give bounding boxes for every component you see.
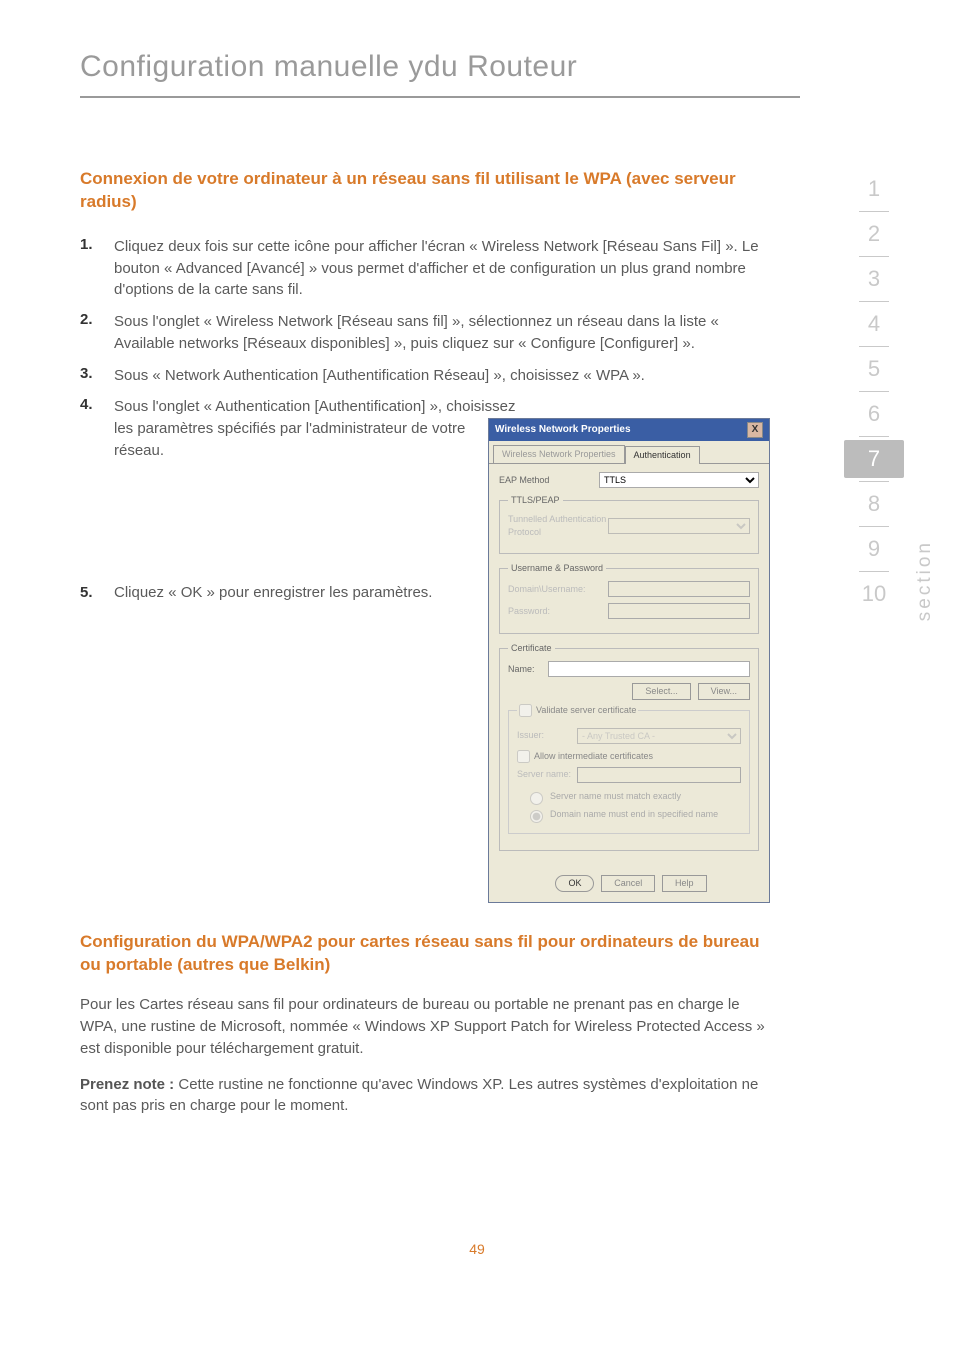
step-2-text: Sous l'onglet « Wireless Network [Réseau… <box>114 311 770 355</box>
step-4: 4. Sous l'onglet « Authentication [Authe… <box>80 396 770 902</box>
issuer-label: Issuer: <box>517 729 577 742</box>
note-text: Cette rustine ne fonctionne qu'avec Wind… <box>80 1076 758 1115</box>
username-password-legend: Username & Password <box>508 562 606 575</box>
section-num-1[interactable]: 1 <box>844 170 904 208</box>
validate-cert-label: Validate server certificate <box>536 704 636 717</box>
step-4-num: 4. <box>80 396 114 902</box>
step-5-text: Cliquez « OK » pour enregistrer les para… <box>114 582 432 604</box>
chapter-title: Configuration manuelle ydu Routeur <box>80 50 874 84</box>
select-button[interactable]: Select... <box>632 683 691 700</box>
tunnelled-label: Tunnelled Authentication Protocol <box>508 513 608 539</box>
domain-end-radio[interactable] <box>530 810 543 823</box>
step-1: 1. Cliquez deux fois sur cette icône pou… <box>80 236 770 301</box>
view-button[interactable]: View... <box>698 683 750 700</box>
allow-intermediate-checkbox[interactable] <box>517 750 530 763</box>
issuer-select[interactable]: - Any Trusted CA - <box>577 728 741 744</box>
note-label: Prenez note : <box>80 1076 174 1093</box>
title-rule <box>80 96 800 98</box>
step-5-num: 5. <box>80 582 114 604</box>
step-3: 3. Sous « Network Authentication [Authen… <box>80 365 770 387</box>
close-icon[interactable]: X <box>747 422 763 438</box>
section-num-2[interactable]: 2 <box>844 215 904 253</box>
dialog-title: Wireless Network Properties <box>495 423 631 438</box>
domain-end-label: Domain name must end in specified name <box>550 808 718 821</box>
step-4-text-b: les paramètres spécifiés par l'administr… <box>114 418 476 462</box>
step-3-text: Sous « Network Authentication [Authentif… <box>114 365 645 387</box>
username-password-group: Username & Password Domain\Username: Pas… <box>499 562 759 634</box>
tunnelled-select[interactable] <box>608 518 750 534</box>
section-num-10[interactable]: 10 <box>844 575 904 613</box>
section-num-4[interactable]: 4 <box>844 305 904 343</box>
server-match-label: Server name must match exactly <box>550 790 681 803</box>
validate-cert-checkbox[interactable] <box>519 704 532 717</box>
cert-name-label: Name: <box>508 663 548 676</box>
certificate-legend: Certificate <box>508 642 555 655</box>
step-2: 2. Sous l'onglet « Wireless Network [Rés… <box>80 311 770 355</box>
paragraph-note: Prenez note : Cette rustine ne fonctionn… <box>80 1074 770 1118</box>
ttls-peap-legend: TTLS/PEAP <box>508 494 563 507</box>
step-4-text-a: Sous l'onglet « Authentication [Authenti… <box>114 396 770 418</box>
step-3-num: 3. <box>80 365 114 387</box>
step-2-num: 2. <box>80 311 114 355</box>
page-number: 49 <box>0 1241 954 1257</box>
server-name-input[interactable] <box>577 767 741 783</box>
ok-button[interactable]: OK <box>555 875 594 892</box>
wireless-properties-dialog: Wireless Network Properties X Wireless N… <box>488 418 770 902</box>
allow-intermediate-label: Allow intermediate certificates <box>534 750 653 763</box>
step-1-text: Cliquez deux fois sur cette icône pour a… <box>114 236 770 301</box>
section-num-5[interactable]: 5 <box>844 350 904 388</box>
password-input[interactable] <box>608 603 750 619</box>
section-num-9[interactable]: 9 <box>844 530 904 568</box>
section-label: section <box>914 540 936 621</box>
paragraph-patch-info: Pour les Cartes réseau sans fil pour ord… <box>80 994 770 1059</box>
tab-wireless-props[interactable]: Wireless Network Properties <box>493 445 625 463</box>
section-num-6[interactable]: 6 <box>844 395 904 433</box>
certificate-group: Certificate Name: Select... View... <box>499 642 759 850</box>
cancel-button[interactable]: Cancel <box>601 875 655 892</box>
domain-user-input[interactable] <box>608 581 750 597</box>
eap-method-label: EAP Method <box>499 474 599 487</box>
server-name-label: Server name: <box>517 768 577 781</box>
eap-method-select[interactable]: TTLS <box>599 472 759 488</box>
heading-wpa-wpa2-non-belkin: Configuration du WPA/WPA2 pour cartes ré… <box>80 931 770 977</box>
section-num-7[interactable]: 7 <box>844 440 904 478</box>
step-1-num: 1. <box>80 236 114 301</box>
section-index: 1 2 3 4 5 6 7 8 9 10 <box>844 170 904 613</box>
domain-user-label: Domain\Username: <box>508 583 608 596</box>
section-num-8[interactable]: 8 <box>844 485 904 523</box>
heading-wpa-radius: Connexion de votre ordinateur à un résea… <box>80 168 740 214</box>
password-label: Password: <box>508 605 608 618</box>
server-match-radio[interactable] <box>530 792 543 805</box>
cert-name-input[interactable] <box>548 661 750 677</box>
ttls-peap-group: TTLS/PEAP Tunnelled Authentication Proto… <box>499 494 759 554</box>
help-button[interactable]: Help <box>662 875 707 892</box>
tab-authentication[interactable]: Authentication <box>625 446 700 464</box>
section-num-3[interactable]: 3 <box>844 260 904 298</box>
